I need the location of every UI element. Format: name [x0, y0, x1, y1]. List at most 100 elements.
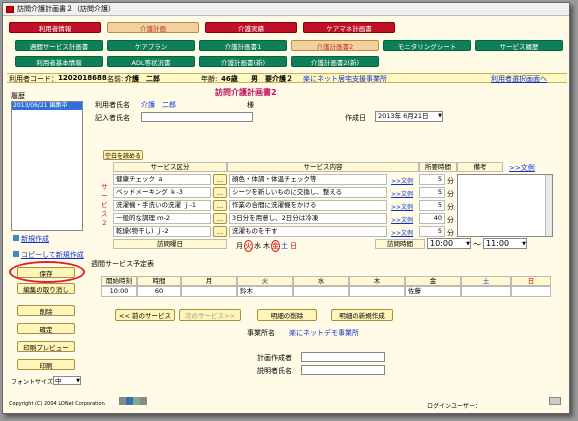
day-thu[interactable]: 木 — [262, 241, 271, 251]
copy-doc-icon — [13, 251, 19, 257]
kubun-select-button-2[interactable]: … — [213, 187, 227, 198]
office-name: 楽にネット居宅支援事業所 — [303, 75, 387, 83]
new-link[interactable]: 新規作成 — [21, 234, 49, 244]
save-highlight-circle — [9, 261, 85, 283]
explainer-input[interactable] — [301, 365, 385, 375]
day-sun[interactable]: 日 — [289, 241, 298, 251]
tab-care-doc2[interactable]: 介護計画書2 — [291, 40, 379, 51]
example-link-5[interactable]: >>文例 — [391, 228, 413, 237]
tab-user-basic[interactable]: 利用者基本情報 — [15, 56, 103, 67]
kubun-select-button-1[interactable]: … — [213, 174, 227, 185]
tab-careplan[interactable]: ケアプラン — [107, 40, 195, 51]
cell-wed — [293, 286, 349, 297]
kubun-cell-2[interactable]: ベッドメーキング ｋ-3 — [113, 187, 211, 198]
note-scrollbar[interactable] — [545, 175, 552, 236]
example-link-4[interactable]: >>文例 — [391, 215, 413, 224]
note-textarea[interactable] — [457, 174, 553, 237]
delete-detail-button[interactable]: 明細の削除 — [257, 309, 317, 321]
copy-new-link[interactable]: コピーして新規作成 — [21, 250, 84, 260]
tab-care-doc1[interactable]: 介護計画書1 — [199, 40, 287, 51]
explainer-label: 説明者氏名 — [257, 367, 292, 375]
tab-care-doc2-new[interactable]: 介護計画書2(新) — [291, 56, 379, 67]
naiyou-cell-4[interactable]: 3日分を用意し、2日分は冷凍 — [229, 213, 387, 224]
visit-from: 10:00 — [430, 239, 454, 248]
font-size-value: 中 — [55, 377, 62, 385]
tab-care-plan[interactable]: 介護計画 — [107, 22, 199, 33]
kubun-select-button-5[interactable]: … — [213, 226, 227, 237]
tab-care-record[interactable]: 介護実績 — [205, 22, 297, 33]
title-bar: 訪問介護計画書２（訪問介護） — [3, 3, 569, 16]
print-button[interactable]: 印刷 — [17, 359, 75, 370]
day-sat[interactable]: 土 — [280, 241, 289, 251]
chevron-down-icon: ▼ — [522, 241, 526, 247]
note-header: 備考 — [457, 162, 503, 172]
history-item[interactable]: 2013/06/21 編集中 — [12, 102, 82, 110]
writer-label: 記入者氏名 — [95, 114, 130, 122]
tab-user-info[interactable]: 利用者情報 — [9, 22, 101, 33]
form-title: 訪問介護計画書2 — [215, 88, 277, 97]
prev-service-button[interactable]: << 前のサービス — [115, 309, 175, 321]
care-level: 要介護２ — [265, 75, 293, 83]
time-cell-3[interactable]: 5 — [419, 200, 445, 211]
name-label: 名前: — [107, 75, 124, 83]
confirm-button[interactable]: 確定 — [17, 323, 75, 334]
planner-input[interactable] — [301, 352, 385, 362]
day-mon[interactable]: 月 — [235, 241, 244, 251]
writer-name-input[interactable] — [141, 112, 253, 122]
cell-fri: 佐藤 — [405, 286, 461, 297]
delete-button[interactable]: 削除 — [17, 305, 75, 316]
kubun-select-button-3[interactable]: … — [213, 200, 227, 211]
visit-from-input[interactable]: 10:00 ▼ — [427, 238, 471, 249]
tilde: ～ — [473, 240, 481, 249]
col-sat: 土 — [461, 276, 511, 286]
cancel-edit-button[interactable]: 編集の取り消し — [17, 283, 75, 294]
tool-icons — [119, 397, 147, 405]
unit-5: 分 — [447, 229, 454, 237]
example-link-3[interactable]: >>文例 — [391, 202, 413, 211]
select-user-link[interactable]: 利用者選択画面へ — [491, 74, 547, 84]
example-link-1[interactable]: >>文例 — [391, 176, 413, 185]
new-detail-button[interactable]: 明細の新規作成 — [331, 309, 393, 321]
load-blank-button[interactable]: 空白を読める — [103, 150, 143, 160]
time-cell-5[interactable]: 5 — [419, 226, 445, 237]
window-title: 訪問介護計画書２（訪問介護） — [17, 5, 115, 13]
tab-caremanager-plan[interactable]: ケアマネ計画書 — [303, 22, 395, 33]
note-example-link[interactable]: >>文例 — [509, 163, 535, 173]
patient-sex: 男 — [251, 75, 258, 83]
kubun-select-button-4[interactable]: … — [213, 213, 227, 224]
kubun-cell-3[interactable]: 洗濯機・手洗いの洗濯 ｊ-1 — [113, 200, 211, 211]
tab-monitoring[interactable]: モニタリングシート — [383, 40, 471, 51]
day-wed[interactable]: 水 — [253, 241, 262, 251]
kubun-cell-4[interactable]: 一般的な調理 ｍ-2 — [113, 213, 211, 224]
office-label: 事業所名 — [247, 329, 275, 337]
tab-care-doc-new[interactable]: 介護計画書(新) — [199, 56, 287, 67]
tab-adl[interactable]: ADL等状況書 — [107, 56, 195, 67]
tab-service-history[interactable]: サービス履歴 — [475, 40, 563, 51]
col-mon: 月 — [181, 276, 237, 286]
date-picker[interactable]: 2013年 6月21日 ▼ — [375, 111, 443, 122]
next-service-button[interactable]: 次のサービス>> — [179, 309, 241, 321]
day-fri[interactable]: 金 — [271, 240, 280, 252]
history-list[interactable]: 2013/06/21 編集中 — [11, 101, 83, 231]
time-cell-1[interactable]: 5 — [419, 174, 445, 185]
code-label: 利用者コード： — [9, 75, 58, 83]
naiyou-cell-3[interactable]: 作業の合間に洗濯機をかける — [229, 200, 387, 211]
example-link-2[interactable]: >>文例 — [391, 189, 413, 198]
naiyou-cell-2[interactable]: シーツを新しいものに交換し、整える — [229, 187, 387, 198]
visit-to-input[interactable]: 11:00 ▼ — [483, 238, 527, 249]
kubun-cell-1[interactable]: 健康チェック ａ — [113, 174, 211, 185]
tab-weekly-service[interactable]: 週間サービス計画書 — [15, 40, 103, 51]
kubun-cell-5[interactable]: 乾燥(物干し) ｊ-2 — [113, 226, 211, 237]
naiyou-cell-5[interactable]: 洗濯ものを干す — [229, 226, 387, 237]
new-doc-icon — [13, 235, 19, 241]
printer-icon — [549, 397, 561, 405]
col-duration: 時間 — [137, 276, 181, 286]
col-thu: 木 — [349, 276, 405, 286]
print-preview-button[interactable]: 印刷プレビュー — [17, 341, 75, 352]
time-cell-2[interactable]: 5 — [419, 187, 445, 198]
naiyou-header: サービス内容 — [227, 162, 419, 172]
naiyou-cell-1[interactable]: 顔色・体調・体温チェック等 — [229, 174, 387, 185]
day-tue[interactable]: 火 — [244, 240, 253, 252]
font-size-select[interactable]: 中 ▼ — [53, 376, 81, 385]
time-cell-4[interactable]: 40 — [419, 213, 445, 224]
